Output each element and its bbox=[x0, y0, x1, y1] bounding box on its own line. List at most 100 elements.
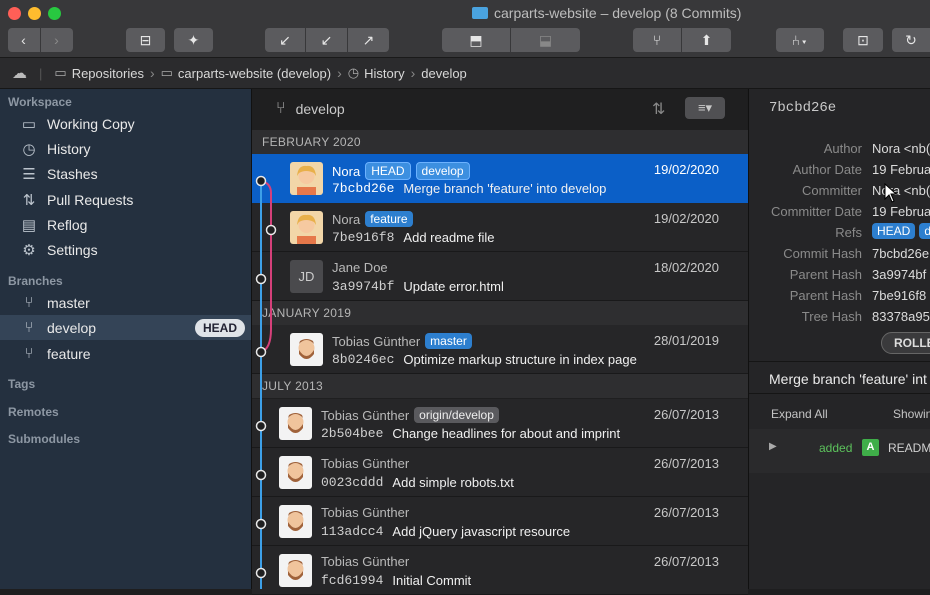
head-badge: HEAD bbox=[194, 318, 245, 337]
drive-icon: ▭ bbox=[54, 65, 67, 80]
field-label: Parent Hash bbox=[789, 288, 862, 303]
commit-message: Optimize markup structure in index page bbox=[403, 352, 637, 367]
commit-date: 18/02/2020 bbox=[653, 260, 719, 275]
pull-button[interactable]: ↙ bbox=[306, 28, 347, 52]
author-name: Tobias Günther bbox=[321, 456, 410, 471]
pop-stash-button[interactable]: ⬓ bbox=[511, 28, 580, 52]
ref-badge: HEAD bbox=[872, 223, 916, 239]
remotes-header[interactable]: Remotes bbox=[8, 405, 59, 419]
sidebar-item-master[interactable]: ⑂ master bbox=[0, 290, 251, 315]
avatar: JD bbox=[290, 260, 323, 293]
branch-group: ⑂ ⬆ bbox=[633, 28, 731, 52]
commit-row[interactable]: Nora HEAD develop 19/02/2020 7bcbd26e Merge… bbox=[252, 154, 748, 203]
back-button[interactable]: ‹ bbox=[7, 28, 40, 52]
breadcrumb-history[interactable]: ◷ History bbox=[348, 65, 405, 81]
tag-icon: ⬆ bbox=[700, 31, 713, 48]
commit-date: 26/07/2013 bbox=[653, 554, 719, 569]
sidebar-item-stashes[interactable]: ☰ Stashes bbox=[0, 161, 251, 186]
branch-tag: master bbox=[425, 333, 472, 349]
branch-icon: ⑂ bbox=[652, 32, 662, 48]
ref-badge: de bbox=[919, 223, 930, 239]
refresh-button[interactable]: ↻ bbox=[892, 28, 930, 52]
magic-wand-button[interactable]: ✦ bbox=[174, 28, 213, 52]
head-tag: HEAD bbox=[365, 162, 411, 180]
branch-icon: ⑂ bbox=[24, 345, 34, 362]
push-button[interactable]: ↗ bbox=[348, 28, 389, 52]
avatar bbox=[290, 333, 323, 366]
refresh-icon: ↻ bbox=[905, 31, 917, 48]
commit-row[interactable]: Tobias Günther origin/develop 26/07/2013 … bbox=[252, 399, 748, 448]
file-name: README bbox=[888, 441, 930, 455]
stash-button[interactable]: ⬒ bbox=[442, 28, 510, 52]
commit-row[interactable]: Tobias Günther master 28/01/2019 8b0246ec… bbox=[252, 325, 748, 374]
breadcrumb-branch[interactable]: develop bbox=[421, 66, 467, 81]
window-title: carparts-website – develop (8 Commits) bbox=[472, 5, 741, 21]
avatar bbox=[279, 505, 312, 538]
cloud-icon[interactable]: ☁ bbox=[12, 64, 27, 82]
commit-message: Add jQuery javascript resource bbox=[392, 524, 571, 539]
commit-date: 26/07/2013 bbox=[653, 407, 719, 422]
clock-icon: ◷ bbox=[22, 140, 36, 158]
compare-icon[interactable]: ⇅ bbox=[652, 99, 665, 119]
field-label: Refs bbox=[835, 225, 862, 240]
stash-icon: ☰ bbox=[22, 165, 36, 183]
terminal-button[interactable]: ⊡ bbox=[843, 28, 883, 52]
branch-button[interactable]: ⑂ bbox=[633, 28, 681, 52]
sidebar-item-working-copy[interactable]: ▭ Working Copy bbox=[0, 111, 251, 136]
folder-icon: ▭ bbox=[21, 115, 37, 133]
commit-message-full: Merge branch 'feature' int bbox=[769, 371, 927, 387]
breadcrumb-repository[interactable]: ▭ carparts-website (develop) bbox=[161, 65, 331, 81]
quick-open-button[interactable]: ⊟ bbox=[126, 28, 165, 52]
chevron-right-icon: › bbox=[54, 32, 59, 48]
commit-row[interactable]: Nora feature 19/02/2020 7be916f8 Add readm… bbox=[252, 203, 748, 252]
month-header: FEBRUARY 2020 bbox=[252, 130, 748, 154]
refs-value: HEADde bbox=[872, 223, 930, 239]
branch-tag: develop bbox=[415, 162, 470, 180]
list-header: ⑂ develop ⇅ ≡▾ bbox=[252, 89, 748, 129]
clock-icon: ◷ bbox=[347, 65, 360, 80]
merge-menu-button[interactable]: ⑃▾ bbox=[776, 28, 824, 52]
branch-tag: feature bbox=[365, 211, 413, 227]
close-window-button[interactable] bbox=[8, 7, 21, 20]
sidebar-item-reflog[interactable]: ▤ Reflog bbox=[0, 212, 251, 237]
author-name: Tobias Günther bbox=[321, 505, 410, 520]
rollback-button[interactable]: ROLLB bbox=[881, 332, 930, 354]
stash-icon: ⬒ bbox=[469, 31, 483, 48]
commit-date: 26/07/2013 bbox=[653, 505, 719, 520]
sidebar-item-develop[interactable]: ⑂ develop HEAD bbox=[0, 315, 251, 340]
merge-icon: ⑃▾ bbox=[791, 32, 809, 48]
zoom-window-button[interactable] bbox=[48, 7, 61, 20]
tags-header[interactable]: Tags bbox=[8, 377, 35, 391]
field-label: Committer bbox=[802, 183, 862, 198]
showing-label: Showin bbox=[893, 407, 930, 421]
disclosure-triangle-icon[interactable]: ▶ bbox=[769, 441, 777, 452]
field-label: Commit Hash bbox=[783, 246, 862, 261]
author-name: Jane Doe bbox=[332, 260, 388, 275]
forward-button[interactable]: › bbox=[40, 28, 73, 52]
remote-branch-tag: origin/develop bbox=[414, 407, 499, 423]
divider bbox=[749, 361, 930, 362]
commit-row[interactable]: JD Jane Doe 18/02/2020 3a9974bf Update er… bbox=[252, 252, 748, 301]
field-value: 7bcbd26e bbox=[872, 246, 930, 261]
fetch-button[interactable]: ↙ bbox=[265, 28, 305, 52]
commit-row[interactable]: Tobias Günther 26/07/2013 0023cddd Add si… bbox=[252, 448, 748, 497]
sidebar-item-history[interactable]: ◷ History bbox=[0, 136, 251, 161]
avatar bbox=[279, 407, 312, 440]
breadcrumb-repositories[interactable]: ▭ Repositories bbox=[54, 65, 144, 81]
sidebar-item-feature[interactable]: ⑂ feature bbox=[0, 341, 251, 366]
view-options-button[interactable]: ≡▾ bbox=[685, 97, 725, 119]
branch-icon: ⑂ bbox=[276, 100, 286, 117]
file-row[interactable]: ▶ added A README bbox=[749, 429, 930, 473]
minimize-window-button[interactable] bbox=[28, 7, 41, 20]
commit-hash: 0023cddd bbox=[321, 475, 384, 490]
commit-row[interactable]: Tobias Günther 26/07/2013 fcd61994 Initia… bbox=[252, 546, 748, 595]
commit-row[interactable]: Tobias Günther 26/07/2013 113adcc4 Add jQ… bbox=[252, 497, 748, 546]
mouse-cursor-icon bbox=[884, 183, 898, 203]
tag-button[interactable]: ⬆ bbox=[682, 28, 731, 52]
commit-message: Merge branch 'feature' into develop bbox=[403, 181, 607, 196]
expand-all-button[interactable]: Expand All bbox=[771, 407, 828, 421]
sidebar-item-pull-requests[interactable]: ⇅ Pull Requests bbox=[0, 187, 251, 212]
sidebar-item-settings[interactable]: ⚙ Settings bbox=[0, 237, 251, 262]
commit-message: Initial Commit bbox=[392, 573, 472, 588]
submodules-header[interactable]: Submodules bbox=[8, 432, 80, 446]
